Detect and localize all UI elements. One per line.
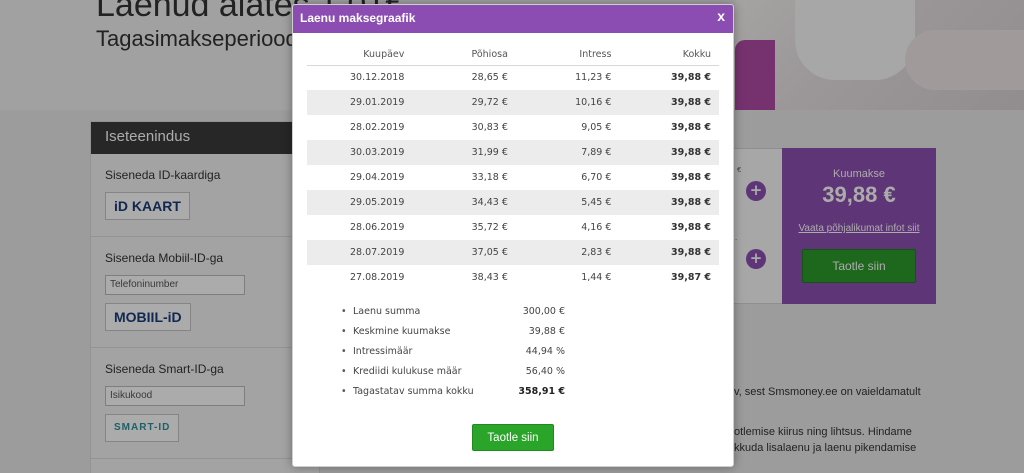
- table-row: 30.03.2019 31,99 € 7,89 € 39,88 €: [307, 140, 719, 165]
- summary-value: 39,88 €: [528, 326, 565, 337]
- modal-title: Laenu maksegraafik: [300, 11, 416, 25]
- cell-principal: 28,65 €: [404, 64, 508, 90]
- cell-interest: 1,44 €: [581, 272, 612, 283]
- cell-total: 39,88 €: [611, 140, 719, 165]
- summary-label: Intressimäär: [353, 346, 413, 357]
- cell-date: 28.07.2019: [307, 240, 405, 265]
- modal-header: Laenu maksegraafik x: [293, 5, 733, 33]
- cell-principal: 33,18 €: [471, 172, 508, 183]
- table-row: 29.05.2019 34,43 € 5,45 € 39,88 €: [307, 190, 719, 215]
- column-header-total: Kokku: [682, 49, 711, 61]
- table-row: 30.12.2018 28,65 € 11,23 € 39,88 €: [307, 64, 719, 90]
- table-row: 28.06.2019 35,72 € 4,16 € 39,88 €: [307, 215, 719, 240]
- cell-principal: 30,83 €: [471, 122, 508, 133]
- list-item: Tagastatav summa kokku 358,91 €: [341, 386, 565, 406]
- column-header-principal: Põhiosa: [471, 49, 508, 61]
- apply-button[interactable]: Taotle siin: [472, 424, 554, 451]
- column-header-date: Kuupäev: [363, 49, 405, 61]
- cell-principal: 34,43 €: [404, 190, 508, 215]
- cell-interest: 2,83 €: [507, 240, 612, 265]
- list-item: Keskmine kuumakse 39,88 €: [341, 326, 565, 346]
- summary-label: Krediidi kulukuse määr: [353, 366, 462, 377]
- cell-principal: 38,43 €: [471, 272, 508, 283]
- summary-value: 44,94 %: [525, 346, 565, 357]
- cell-date: 29.01.2019: [307, 90, 405, 115]
- cell-interest: 7,89 €: [507, 140, 612, 165]
- summary-value: 358,91 €: [518, 386, 565, 397]
- cell-date: 30.03.2019: [307, 140, 405, 165]
- summary-label: Laenu summa: [353, 306, 421, 317]
- summary-value: 300,00 €: [522, 306, 565, 317]
- cell-principal: 29,72 €: [404, 90, 508, 115]
- payment-schedule-modal: Laenu maksegraafik x Kuupäev Põhiosa Int…: [292, 4, 734, 467]
- table-row: 29.01.2019 29,72 € 10,16 € 39,88 €: [307, 90, 719, 115]
- cell-total: 39,87 €: [671, 272, 711, 283]
- cell-total: 39,88 €: [611, 240, 719, 265]
- summary-value: 56,40 %: [525, 366, 565, 377]
- list-item: Krediidi kulukuse määr 56,40 %: [341, 366, 565, 386]
- cell-total: 39,88 €: [671, 172, 711, 183]
- column-header-interest: Intress: [579, 49, 612, 61]
- list-item: Intressimäär 44,94 %: [341, 346, 565, 366]
- cell-interest: 9,05 €: [581, 122, 612, 133]
- cell-interest: 11,23 €: [507, 64, 612, 90]
- summary-label: Tagastatav summa kokku: [353, 386, 474, 397]
- table-row: 28.07.2019 37,05 € 2,83 € 39,88 €: [307, 240, 719, 265]
- cell-date: 30.12.2018: [307, 64, 405, 90]
- cell-interest: 10,16 €: [507, 90, 612, 115]
- table-row: 29.04.2019 33,18 € 6,70 € 39,88 €: [307, 165, 719, 190]
- cell-date: 27.08.2019: [350, 272, 405, 283]
- cell-interest: 6,70 €: [581, 172, 612, 183]
- cell-total: 39,88 €: [611, 90, 719, 115]
- cell-interest: 4,16 €: [581, 222, 612, 233]
- cell-date: 28.06.2019: [350, 222, 405, 233]
- cell-principal: 35,72 €: [471, 222, 508, 233]
- table-header-row: Kuupäev Põhiosa Intress Kokku: [307, 45, 719, 65]
- cell-total: 39,88 €: [611, 190, 719, 215]
- table-row: 27.08.2019 38,43 € 1,44 € 39,87 €: [307, 265, 719, 290]
- table-row: 28.02.2019 30,83 € 9,05 € 39,88 €: [307, 115, 719, 140]
- close-icon[interactable]: x: [717, 8, 725, 24]
- loan-summary-list: Laenu summa 300,00 € Keskmine kuumakse 39,…: [341, 306, 565, 406]
- cell-total: 39,88 €: [671, 222, 711, 233]
- cell-total: 39,88 €: [611, 64, 719, 90]
- cell-principal: 37,05 €: [404, 240, 508, 265]
- cell-total: 39,88 €: [671, 122, 711, 133]
- cell-date: 29.04.2019: [350, 172, 405, 183]
- cell-date: 28.02.2019: [350, 122, 405, 133]
- list-item: Laenu summa 300,00 €: [341, 306, 565, 326]
- cell-date: 29.05.2019: [307, 190, 405, 215]
- cell-principal: 31,99 €: [404, 140, 508, 165]
- payment-schedule-table: Kuupäev Põhiosa Intress Kokku 30.12.2018…: [307, 45, 719, 290]
- summary-label: Keskmine kuumakse: [353, 326, 451, 337]
- cell-interest: 5,45 €: [507, 190, 612, 215]
